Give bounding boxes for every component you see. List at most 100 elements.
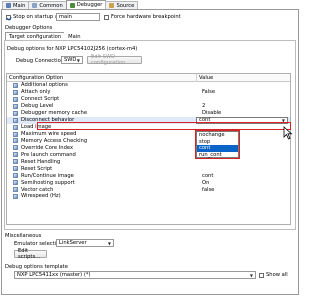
table-row[interactable]: Vector catch false — [7, 186, 290, 193]
stop-on-startup-row: Stop on startup at: — [6, 14, 62, 20]
option-label: Reset Handling — [21, 158, 61, 165]
table-row[interactable]: Semihosting support On — [7, 179, 290, 186]
inner-tabs: Target configuration Main — [5, 32, 85, 40]
force-hw-bp-label: Force hardware breakpoint — [111, 14, 181, 20]
option-icon — [13, 110, 18, 116]
option-cell: Override Core Index — [7, 145, 163, 151]
tab-debugger[interactable]: Debugger — [65, 0, 107, 9]
option-icon — [13, 117, 18, 123]
option-label: Wirespeed (Hz) — [21, 193, 61, 200]
debugger-tab-icon — [69, 2, 75, 8]
value-cell[interactable]: False — [163, 89, 290, 95]
option-label: Vector catch — [21, 186, 54, 193]
option-icon — [13, 145, 18, 151]
option-label: Maximum wire speed — [21, 131, 77, 138]
option-label: Override Core Index — [21, 144, 74, 151]
option-icon — [13, 193, 18, 199]
option-cell: Connect Script — [7, 96, 163, 102]
stop-on-startup-label: Stop on startup at: — [13, 14, 62, 20]
option-cell: Reset Script — [7, 166, 163, 172]
main-tab-icon — [6, 3, 11, 8]
chevron-down-icon: ▼ — [249, 272, 253, 278]
option-icon — [13, 173, 18, 179]
template-select[interactable]: NXP LPC5411xx (master) (*) ▼ — [14, 271, 256, 279]
mouse-cursor-icon — [283, 126, 293, 140]
debug-connection-select[interactable]: SWD ▼ — [61, 56, 83, 64]
option-cell: Wirespeed (Hz) — [7, 193, 163, 199]
option-icon — [13, 124, 18, 130]
table-row[interactable]: Reset Handling — [7, 158, 290, 165]
option-label: Memory Access Checking — [21, 137, 88, 144]
table-rows: Additional options Attach only False Connec… — [7, 82, 290, 200]
option-label: Attach only — [21, 89, 51, 96]
launch-config-tabs: Main Common Debugger Source — [2, 0, 139, 9]
table-row[interactable]: Wirespeed (Hz) — [7, 193, 290, 200]
group-title: Debug options for NXP LPC54102J256 (cort… — [7, 46, 138, 52]
option-icon — [13, 166, 18, 172]
table-row[interactable]: Reset Script — [7, 165, 290, 172]
common-tab-icon — [32, 3, 38, 8]
table-row[interactable]: Additional options — [7, 82, 290, 89]
table-row[interactable]: Debugger memory cache Disable — [7, 110, 290, 117]
selected-row-highlight — [37, 122, 291, 130]
option-label: Connect Script — [21, 96, 60, 103]
option-label: Additional options — [21, 82, 68, 89]
option-cell: Maximum wire speed — [7, 131, 163, 137]
emulator-selection-select[interactable]: LinkServer ▼ — [56, 239, 114, 247]
option-icon — [13, 82, 18, 88]
option-icon — [13, 138, 18, 144]
stop-on-startup-input[interactable]: main — [56, 13, 100, 21]
column-header-option[interactable]: Configuration Option — [7, 74, 197, 82]
tab-main[interactable]: Main — [2, 1, 30, 9]
table-header: Configuration Option Value — [7, 74, 290, 82]
table-row[interactable]: Run/Continue image cont — [7, 172, 290, 179]
option-icon — [13, 187, 18, 193]
tab-source[interactable]: Source — [105, 1, 139, 9]
table-row[interactable]: Debug Level 2 — [7, 103, 290, 110]
option-icon — [13, 103, 18, 109]
tab-target-configuration[interactable]: Target configuration — [5, 32, 66, 40]
value-cell[interactable]: Disable — [163, 110, 290, 116]
option-icon — [13, 96, 18, 102]
chevron-down-icon: ▼ — [107, 240, 111, 246]
table-row[interactable]: Connect Script — [7, 96, 290, 103]
option-cell: Reset Handling — [7, 159, 163, 165]
option-label: Pre launch command — [21, 151, 76, 158]
option-label: Semihosting support — [21, 179, 75, 186]
option-cell: Memory Access Checking — [7, 138, 163, 144]
value-cell[interactable]: cont — [163, 173, 290, 179]
table-row[interactable]: Attach only False — [7, 89, 290, 96]
value-cell[interactable]: On — [163, 180, 290, 186]
template-title: Debug options template — [5, 264, 68, 270]
edit-scripts-button[interactable]: Edit scripts... — [14, 248, 47, 260]
table-row[interactable]: Memory Access Checking — [7, 138, 290, 145]
chevron-down-icon: ▼ — [76, 57, 80, 63]
option-icon — [13, 152, 18, 158]
table-row[interactable]: Maximum wire speed — [7, 131, 290, 138]
force-hw-bp-row: Force hardware breakpoint — [104, 14, 181, 20]
option-cell: Semihosting support — [7, 180, 163, 186]
option-label: Debugger memory cache — [21, 110, 88, 117]
column-header-value[interactable]: Value — [197, 74, 290, 82]
table-row[interactable]: Override Core Index — [7, 144, 290, 151]
edit-swd-config-button[interactable]: Edit SWD configuration — [87, 54, 142, 66]
show-all-row: Show all — [259, 272, 288, 278]
tab-common[interactable]: Common — [28, 1, 67, 9]
value-cell[interactable]: 2 — [163, 103, 290, 109]
option-icon — [13, 159, 18, 165]
force-hw-bp-checkbox[interactable] — [104, 14, 109, 20]
configuration-table: Configuration Option Value Additional op… — [6, 73, 291, 225]
option-label: Debug Level — [21, 103, 54, 110]
option-icon — [13, 180, 18, 186]
option-cell: Run/Continue image — [7, 173, 163, 179]
table-row[interactable]: Pre launch command — [7, 151, 290, 158]
option-cell: Additional options — [7, 82, 163, 88]
value-cell[interactable]: false — [163, 187, 290, 193]
option-icon — [13, 131, 18, 137]
stop-on-startup-checkbox[interactable] — [6, 14, 11, 20]
option-cell: Debug Level — [7, 103, 163, 109]
option-cell: Attach only — [7, 89, 163, 95]
option-cell: Debugger memory cache — [7, 110, 163, 116]
tab-inner-main[interactable]: Main — [64, 32, 85, 40]
show-all-checkbox[interactable] — [259, 272, 264, 278]
